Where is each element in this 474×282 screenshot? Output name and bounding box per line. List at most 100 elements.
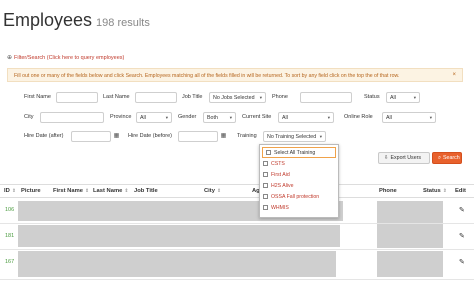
pencil-icon[interactable]: ✎ — [459, 206, 465, 214]
status-value: All — [390, 95, 396, 101]
training-dropdown: Select All Training CSTS First Aid H2S A… — [259, 144, 339, 218]
province-label: Province — [110, 114, 132, 120]
job-title-select[interactable]: No Jobs Selected ▾ — [209, 92, 266, 103]
phone-label: Phone — [272, 94, 288, 100]
training-option-label: H2S Alive — [271, 182, 294, 189]
training-option-label: WHMIS — [271, 204, 289, 211]
column-label: City — [204, 188, 215, 194]
redacted-cell — [377, 201, 443, 223]
first-name-input[interactable] — [56, 92, 98, 103]
column-status[interactable]: Status ⇕ — [423, 188, 447, 194]
training-option-ossa[interactable]: OSSA Fall protection — [260, 191, 338, 202]
last-name-input[interactable] — [135, 92, 177, 103]
redacted-cell — [18, 225, 340, 247]
current-site-label: Current Site — [242, 114, 272, 120]
city-label: City — [24, 114, 34, 120]
training-option-label: CSTS — [271, 160, 285, 167]
chevron-down-icon: ▾ — [259, 95, 262, 100]
current-site-select[interactable]: All ▾ — [278, 112, 334, 123]
training-option-h2s-alive[interactable]: H2S Alive — [260, 180, 338, 191]
column-label: Last Name — [93, 188, 123, 194]
search-button[interactable]: ⌕ Search — [432, 152, 462, 164]
info-banner-text: Fill out one or many of the fields below… — [14, 73, 400, 79]
status-label: Status — [364, 94, 380, 100]
column-label: Picture — [21, 188, 41, 194]
filter-toggle[interactable]: ⊕ Filter/Search (Click here to query emp… — [7, 54, 124, 62]
province-select[interactable]: All ▾ — [136, 112, 172, 123]
training-option-csts[interactable]: CSTS — [260, 158, 338, 169]
column-picture: Picture — [21, 188, 41, 194]
hire-date-before-label: Hire Date (before) — [128, 133, 173, 139]
column-phone[interactable]: Phone — [379, 188, 397, 194]
pencil-icon[interactable]: ✎ — [459, 258, 465, 266]
gender-value: Both — [207, 115, 218, 121]
training-option-label: OSSA Fall protection — [271, 193, 320, 200]
table-row: 181 ✎ — [0, 224, 474, 250]
online-role-label: Online Role — [344, 114, 373, 120]
checkbox-icon[interactable] — [263, 161, 268, 166]
gender-select[interactable]: Both ▾ — [203, 112, 236, 123]
training-select[interactable]: No Training Selected ▾ — [263, 131, 326, 142]
city-input[interactable] — [40, 112, 104, 123]
sort-icon: ⇕ — [11, 189, 16, 194]
column-label: Status — [423, 188, 441, 194]
page-title-text: Employees — [3, 10, 93, 30]
status-select[interactable]: All ▾ — [386, 92, 420, 103]
training-option-select-all[interactable]: Select All Training — [262, 147, 336, 158]
checkbox-icon[interactable] — [263, 194, 268, 199]
plus-icon: ⊕ — [7, 55, 13, 61]
row-id[interactable]: 106 — [5, 207, 14, 213]
online-role-select[interactable]: All ▾ — [382, 112, 436, 123]
close-icon[interactable]: × — [452, 72, 456, 78]
checkbox-icon[interactable] — [263, 183, 268, 188]
checkbox-icon[interactable] — [263, 172, 268, 177]
redacted-cell — [377, 224, 443, 248]
column-label: Phone — [379, 188, 397, 194]
column-label: ID — [4, 188, 10, 194]
info-banner: Fill out one or many of the fields below… — [7, 68, 463, 82]
row-id[interactable]: 181 — [5, 233, 14, 239]
training-option-whmis[interactable]: WHMIS — [260, 202, 338, 213]
result-count: 198 results — [96, 17, 150, 29]
checkbox-icon[interactable] — [266, 150, 271, 155]
sort-icon: ⇕ — [442, 189, 447, 194]
calendar-icon[interactable]: ▦ — [112, 131, 121, 141]
export-users-button[interactable]: ⇩ Export Users — [378, 152, 430, 164]
export-users-label: Export Users — [390, 155, 422, 161]
column-id[interactable]: ID ⇕ — [4, 188, 16, 194]
chevron-down-icon: ▾ — [327, 115, 330, 120]
online-role-value: All — [386, 115, 392, 121]
hire-date-after-label: Hire Date (after) — [24, 133, 64, 139]
training-label: Training — [237, 133, 257, 139]
pencil-icon[interactable]: ✎ — [459, 232, 465, 240]
column-label: Edit — [455, 188, 466, 194]
table-header: ID ⇕ Picture First Name ⇕ Last Name ⇕ Job T… — [0, 184, 474, 198]
hire-date-before-input[interactable] — [178, 131, 218, 142]
province-value: All — [140, 115, 146, 121]
chevron-down-icon: ▾ — [429, 115, 432, 120]
training-option-label: First Aid — [271, 171, 290, 178]
job-title-value: No Jobs Selected — [213, 95, 255, 101]
chevron-down-icon: ▾ — [165, 115, 168, 120]
column-edit: Edit — [455, 188, 466, 194]
column-label: First Name — [53, 188, 83, 194]
table-row: 106 ✎ — [0, 198, 474, 224]
last-name-label: Last Name — [103, 94, 130, 100]
phone-input[interactable] — [300, 92, 352, 103]
training-option-label: Select All Training — [274, 149, 316, 156]
column-first-name[interactable]: First Name ⇕ — [53, 188, 89, 194]
hire-date-after-input[interactable] — [71, 131, 111, 142]
column-city[interactable]: City ⇕ — [204, 188, 221, 194]
export-icon: ⇩ — [384, 155, 389, 161]
chevron-down-icon: ▾ — [229, 115, 232, 120]
chevron-down-icon: ▾ — [319, 134, 322, 139]
training-value: No Training Selected — [267, 134, 317, 140]
column-label: Job Title — [134, 188, 158, 194]
row-id[interactable]: 167 — [5, 259, 14, 265]
training-option-first-aid[interactable]: First Aid — [260, 169, 338, 180]
column-last-name[interactable]: Last Name ⇕ — [93, 188, 128, 194]
calendar-icon[interactable]: ▦ — [219, 131, 228, 141]
checkbox-icon[interactable] — [263, 205, 268, 210]
column-job-title[interactable]: Job Title — [134, 188, 158, 194]
redacted-cell — [377, 251, 443, 277]
